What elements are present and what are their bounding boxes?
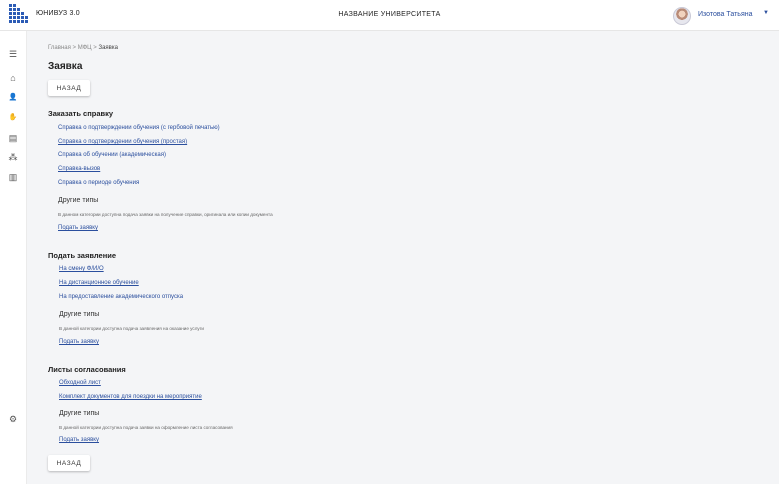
link-certificate-academic[interactable]: Справка об обучении (академическая) [58, 152, 166, 158]
submit-request-link[interactable]: Подать заявку [58, 225, 98, 231]
link-application-leave[interactable]: На предоставление академического отпуска [59, 294, 183, 300]
section-title-approvals: Листы согласования [48, 365, 126, 374]
university-name: НАЗВАНИЕ УНИВЕРСИТЕТА [338, 11, 441, 18]
handshake-icon[interactable]: ✋ [6, 111, 20, 125]
breadcrumb-separator: > [70, 45, 78, 51]
other-types-title: Другие типы [59, 410, 100, 417]
link-event-documents[interactable]: Комплект документов для поездки на мероп… [59, 394, 202, 400]
sidebar: ☰ ⌂ 👤 ✋ ▤ ⁂ ▥ ⚙ [0, 31, 27, 484]
section-title-certificates: Заказать справку [48, 109, 114, 118]
top-bar: ЮНИВУЗ 3.0 НАЗВАНИЕ УНИВЕРСИТЕТА Изотова… [0, 0, 779, 31]
link-application-name-change[interactable]: На смену Ф/И/О [59, 266, 104, 272]
link-certificate-simple[interactable]: Справка о подтверждении обучения (проста… [58, 139, 187, 145]
link-bypass-sheet[interactable]: Обходной лист [59, 380, 101, 386]
other-types-title: Другие типы [58, 197, 99, 204]
submit-request-link[interactable]: Подать заявку [59, 437, 99, 443]
breadcrumb-home[interactable]: Главная [48, 45, 71, 51]
other-types-note: В данной категории доступна подача заявл… [59, 326, 204, 331]
network-icon[interactable]: ⁂ [6, 150, 20, 164]
breadcrumb-mfc[interactable]: МФЦ [78, 45, 92, 51]
link-application-distance[interactable]: На дистанционное обучение [59, 280, 139, 286]
chevron-down-icon[interactable]: ▼ [763, 10, 769, 16]
breadcrumb-current: Заявка [98, 45, 118, 51]
section-title-applications: Подать заявление [48, 251, 117, 260]
user-avatar[interactable] [673, 7, 691, 25]
submit-request-link[interactable]: Подать заявку [59, 339, 99, 345]
link-certificate-stamped[interactable]: Справка о подтверждении обучения (с герб… [58, 125, 220, 131]
other-types-note: В данном категории доступна подача заявк… [58, 212, 273, 217]
menu-icon[interactable]: ☰ [6, 47, 20, 61]
breadcrumb: Главная > МФЦ > Заявка [48, 45, 118, 51]
user-name[interactable]: Изотова Татьяна [698, 11, 753, 18]
chart-icon[interactable]: ▥ [6, 170, 20, 184]
document-icon[interactable]: ▤ [6, 131, 20, 145]
back-button-top[interactable]: НАЗАД [48, 80, 90, 96]
settings-icon[interactable]: ⚙ [6, 412, 20, 426]
link-certificate-period[interactable]: Справка о периоде обучения [58, 180, 139, 186]
back-button-bottom[interactable]: НАЗАД [48, 455, 90, 471]
page-title: Заявка [48, 61, 83, 72]
link-certificate-call[interactable]: Справка-вызов [58, 166, 100, 172]
home-icon[interactable]: ⌂ [6, 71, 20, 85]
person-icon[interactable]: 👤 [6, 91, 20, 105]
other-types-note: В данной категории доступна подача заявк… [59, 425, 233, 430]
other-types-title: Другие типы [59, 311, 100, 318]
